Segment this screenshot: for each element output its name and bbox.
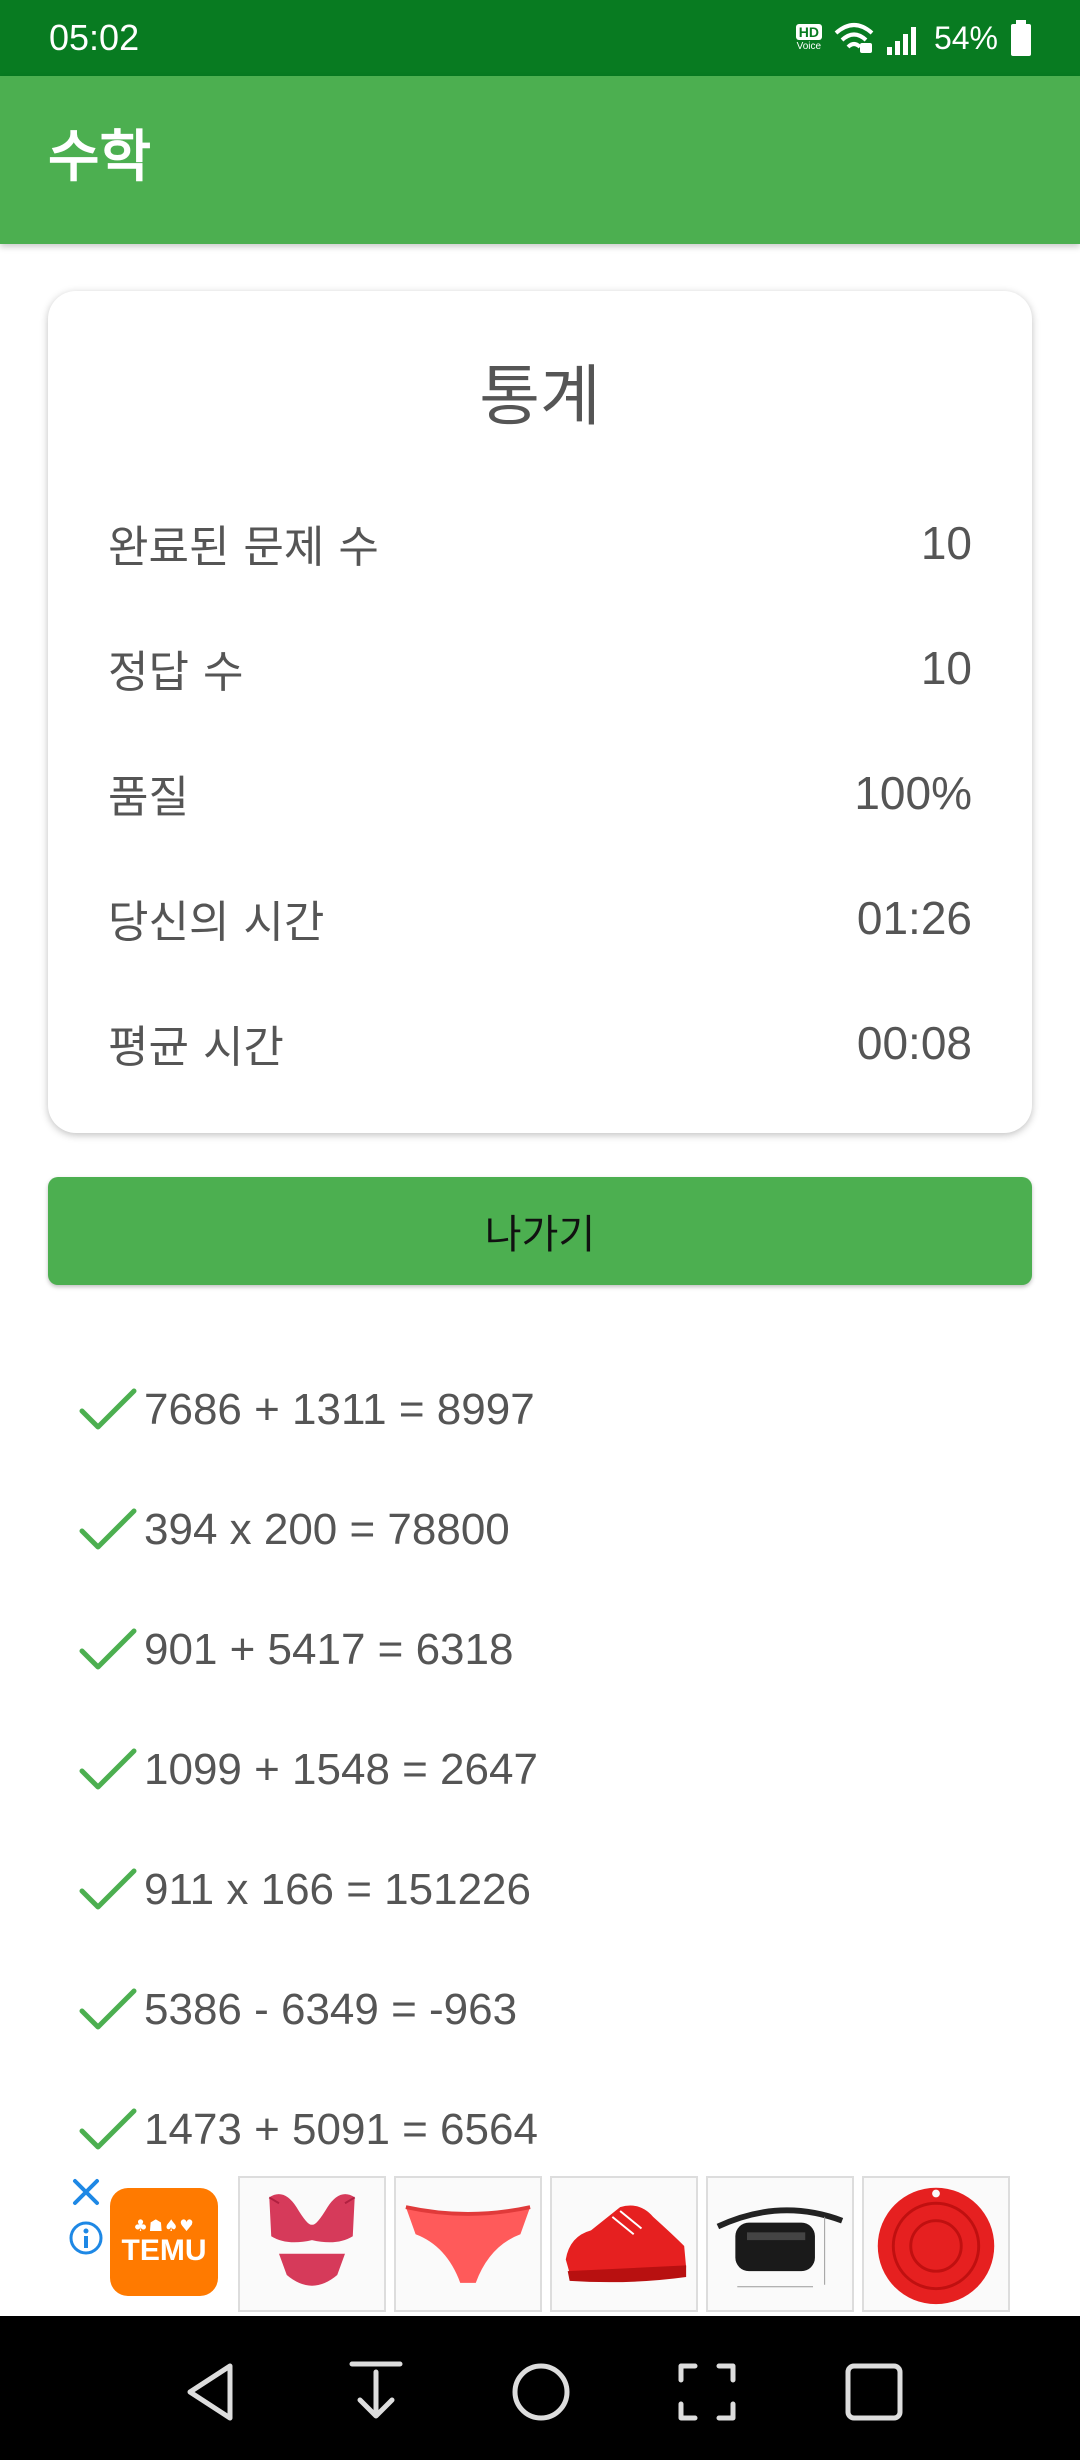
screenshot-icon[interactable] [671,2356,743,2428]
list-item: 1099 + 1548 = 2647 [78,1730,538,1810]
ad-product-sneaker[interactable] [550,2176,698,2312]
stat-label: 완료된 문제 수 [108,522,379,573]
signal-icon [886,27,916,55]
stat-row-average-time: 평균 시간 00:08 [108,1013,972,1073]
temu-logo[interactable]: ♣☗♠♥ TEMU [110,2188,218,2296]
nav-bar [0,2316,1080,2460]
stat-value: 100% [854,767,972,819]
check-icon [79,1748,137,1790]
back-icon[interactable] [174,2356,246,2428]
hd-voice-icon: HD Voice [795,24,822,52]
list-item: 1473 + 5091 = 6564 [78,2090,538,2170]
app-title: 수학 [48,125,152,190]
stats-card: 통계 완료된 문제 수 10 정답 수 10 품질 100% 당신의 시간 01… [48,291,1032,1133]
check-icon [79,1508,137,1550]
list-item: 911 x 166 = 151226 [78,1850,531,1930]
close-icon[interactable] [70,2176,102,2208]
sneaker-image [565,2205,687,2283]
check-icon [79,1388,137,1430]
stat-label: 당신의 시간 [108,897,325,948]
stats-title: 통계 [479,358,601,435]
problem-text: 901 + 5417 = 6318 [144,1625,514,1674]
stat-row-quality: 품질 100% [108,763,972,823]
problem-text: 394 x 200 = 78800 [144,1505,510,1554]
problem-text: 5386 - 6349 = -963 [144,1985,518,2034]
wifi-icon [834,23,874,53]
stat-label: 정답 수 [108,647,244,698]
ad-banner[interactable]: ♣☗♠♥ TEMU [0,2168,1080,2316]
stat-value: 01:26 [856,892,972,944]
status-time: 05:02 [49,17,140,58]
check-icon [79,1988,137,2030]
ad-product-silicone-mat[interactable] [862,2176,1010,2312]
list-item: 5386 - 6349 = -963 [78,1970,517,2050]
app-bar: 수학 [0,76,1080,244]
status-bar: 05:02 HD Voice 54% [0,0,1080,76]
temu-glyphs: ♣☗♠♥ [133,2216,195,2235]
hd-label: HD [795,24,822,40]
check-icon [79,2108,137,2150]
stat-value: 10 [920,642,972,694]
waist-bag-image [716,2207,844,2288]
download-icon[interactable] [340,2356,412,2428]
list-item: 394 x 200 = 78800 [78,1490,510,1570]
list-item: 901 + 5417 = 6318 [78,1610,513,1690]
problem-text: 1099 + 1548 = 2647 [144,1745,538,1794]
stat-label: 품질 [108,772,189,823]
ad-product-waist-bag[interactable] [706,2176,854,2312]
ad-product-briefs[interactable] [394,2176,542,2312]
problem-text: 7686 + 1311 = 8997 [144,1385,535,1434]
exit-button[interactable]: 나가기 [48,1177,1032,1285]
stat-row-correct: 정답 수 10 [108,638,972,698]
recents-icon[interactable] [838,2356,910,2428]
problem-text: 1473 + 5091 = 6564 [144,2105,538,2154]
ad-product-lingerie[interactable] [238,2176,386,2312]
battery-percent: 54% [933,19,998,56]
stat-row-completed: 완료된 문제 수 10 [108,513,972,573]
stat-value: 00:08 [856,1017,972,1069]
app-screen: 05:02 HD Voice 54% 수학 통계 완료된 문제 수 10 정답 … [0,0,1080,2460]
check-icon [79,1628,137,1670]
home-icon[interactable] [505,2356,577,2428]
lingerie-image [268,2194,356,2286]
battery-icon [1011,20,1031,56]
temu-wordmark: TEMU [121,2234,207,2267]
stat-row-your-time: 당신의 시간 01:26 [108,888,972,948]
status-icons: HD Voice 54% [795,16,1032,60]
stat-value: 10 [920,517,972,569]
stat-label: 평균 시간 [108,1022,284,1073]
briefs-image [405,2205,531,2283]
silicone-mat-image [877,2187,995,2305]
list-item: 7686 + 1311 = 8997 [78,1370,535,1450]
info-icon[interactable] [68,2220,104,2256]
check-icon [79,1868,137,1910]
problem-text: 911 x 166 = 151226 [144,1865,531,1914]
voice-label: Voice [796,41,822,52]
